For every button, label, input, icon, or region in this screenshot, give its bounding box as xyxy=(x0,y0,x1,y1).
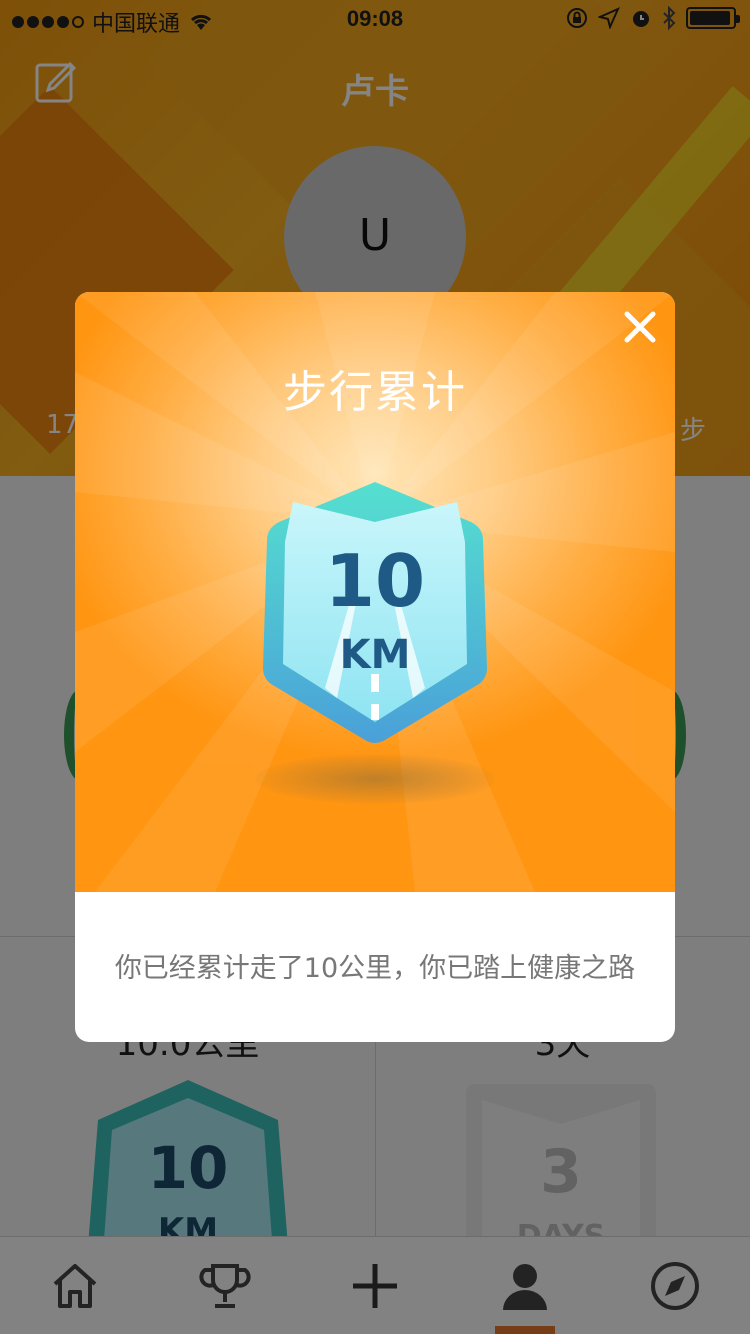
distance-achievement-badge: 10 KM xyxy=(263,482,487,743)
close-icon[interactable] xyxy=(623,310,657,344)
badge-unit: KM xyxy=(340,632,411,678)
achievement-modal: 步行累计 10 KM 你已经累计走了10公里，你已踏上健康之路 xyxy=(75,292,675,1042)
badge-shadow xyxy=(255,754,495,804)
badge-number: 10 xyxy=(325,539,425,623)
modal-message: 你已经累计走了10公里，你已踏上健康之路 xyxy=(114,953,636,984)
modal-title: 步行累计 xyxy=(283,367,467,418)
modal-banner: 步行累计 10 KM xyxy=(75,292,675,892)
